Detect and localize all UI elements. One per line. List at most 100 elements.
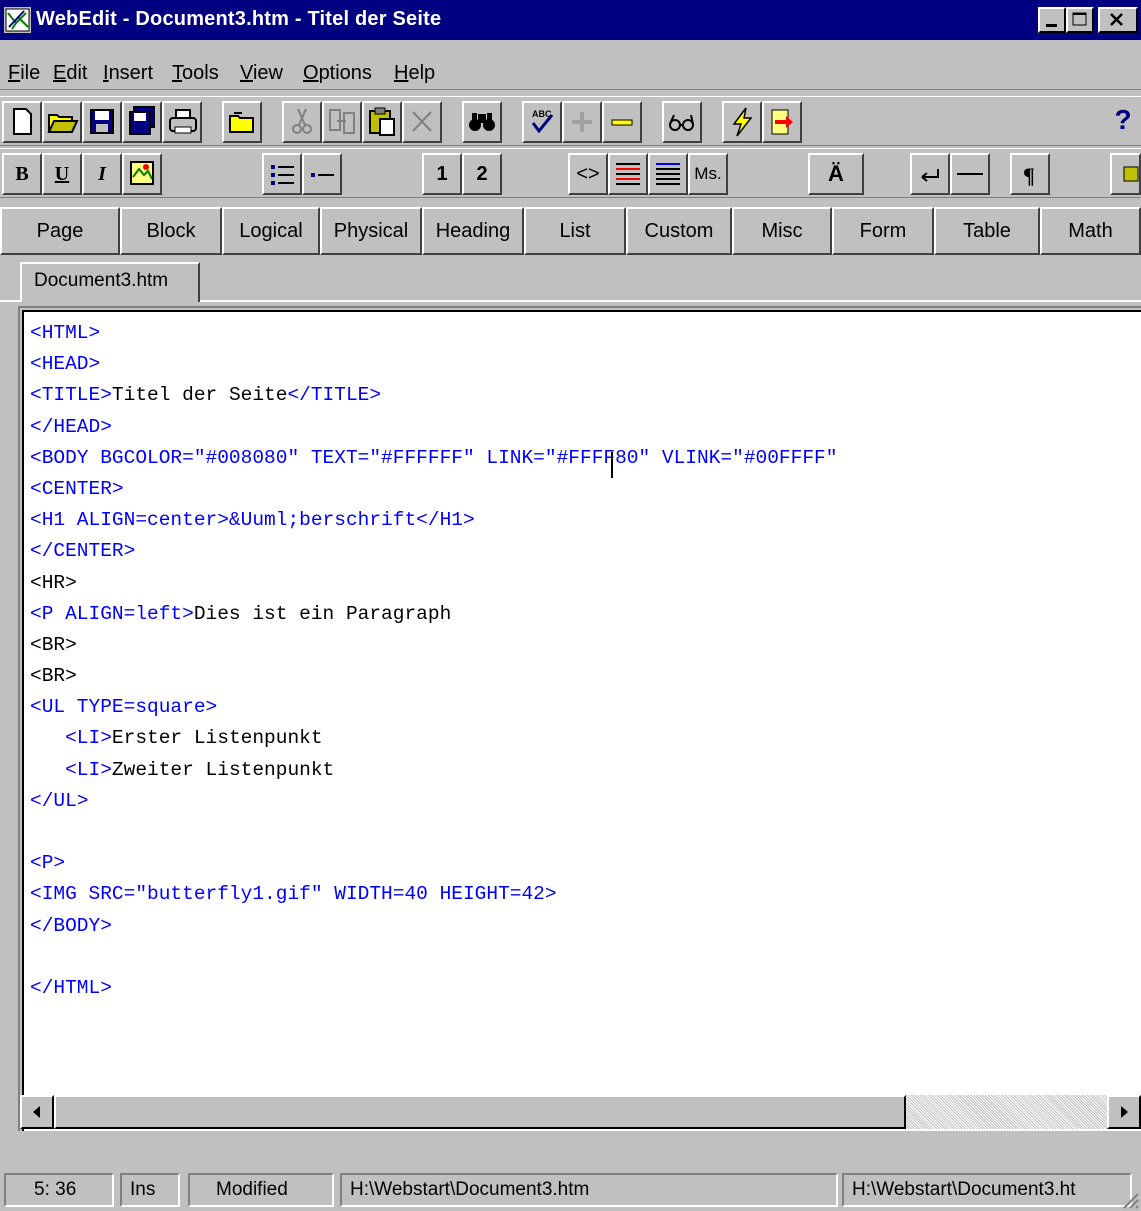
code-editor[interactable]: <HTML> <HEAD> <TITLE>Titel der Seite</TITL…	[22, 310, 1141, 1131]
italic-button[interactable]: I	[82, 153, 122, 195]
menu-insert[interactable]: Insert	[103, 62, 153, 85]
copy-button[interactable]	[322, 101, 362, 143]
status-modified: Modified	[188, 1173, 334, 1207]
save-all-button[interactable]	[122, 101, 162, 143]
code-line[interactable]: <IMG SRC="butterfly1.gif" WIDTH=40 HEIGH…	[30, 879, 837, 910]
new-file-button[interactable]	[2, 101, 42, 143]
code-line[interactable]: </HTML>	[30, 973, 837, 1004]
code-line[interactable]: <HR>	[30, 568, 837, 599]
menu-tools[interactable]: Tools	[172, 62, 219, 85]
find-button[interactable]	[462, 101, 502, 143]
tag-misc[interactable]: Misc	[732, 207, 832, 255]
floppy-disk-icon	[90, 109, 114, 134]
code-line[interactable]: <P ALIGN=left>Dies ist ein Paragraph	[30, 599, 837, 630]
window-title: WebEdit - Document3.htm - Titel der Seit…	[36, 8, 442, 30]
preview-button[interactable]	[662, 101, 702, 143]
tag-logical[interactable]: Logical	[222, 207, 320, 255]
open-file-button[interactable]	[42, 101, 82, 143]
code-line[interactable]: <P>	[30, 848, 837, 879]
menu-help[interactable]: Help	[394, 62, 435, 85]
tag-heading-label: Heading	[435, 220, 511, 242]
menu-view[interactable]: View	[240, 62, 283, 85]
resize-grip-icon[interactable]	[1120, 1190, 1140, 1210]
tag-custom[interactable]: Custom	[626, 207, 732, 255]
save-button[interactable]	[82, 101, 122, 143]
list-item-icon	[311, 173, 334, 177]
quick-action-button[interactable]	[722, 101, 762, 143]
code-content[interactable]: <HTML> <HEAD> <TITLE>Titel der Seite</TITL…	[30, 318, 837, 1004]
code-line[interactable]: <BODY BGCOLOR="#008080" TEXT="#FFFFFF" L…	[30, 443, 837, 474]
code-tag-token: <P>	[30, 852, 66, 875]
code-line[interactable]: <UL TYPE=square>	[30, 692, 837, 723]
code-line[interactable]: <BR>	[30, 661, 837, 692]
paste-button[interactable]	[362, 101, 402, 143]
code-line[interactable]: <H1 ALIGN=center>&Uuml;berschrift</H1>	[30, 505, 837, 536]
extra-format-button[interactable]	[1110, 153, 1141, 195]
help-button[interactable]: ?	[1108, 101, 1138, 143]
horizontal-rule-button[interactable]	[950, 153, 990, 195]
scroll-right-button[interactable]	[1107, 1095, 1141, 1129]
exit-button[interactable]	[762, 101, 802, 143]
menu-options[interactable]: Options	[303, 62, 372, 85]
align-button[interactable]	[648, 153, 688, 195]
return-arrow-icon	[921, 169, 939, 182]
code-line[interactable]: <HEAD>	[30, 349, 837, 380]
code-line[interactable]: </BODY>	[30, 911, 837, 942]
code-line[interactable]: </UL>	[30, 786, 837, 817]
tag-math[interactable]: Math	[1040, 207, 1141, 255]
menu-edit[interactable]: Edit	[53, 62, 87, 85]
print-button[interactable]	[162, 101, 202, 143]
tag-physical[interactable]: Physical	[320, 207, 422, 255]
code-line[interactable]: <LI>Zweiter Listenpunkt	[30, 755, 837, 786]
code-line[interactable]: <LI>Erster Listenpunkt	[30, 723, 837, 754]
tag-table[interactable]: Table	[934, 207, 1040, 255]
add-row-button[interactable]	[562, 101, 602, 143]
code-line[interactable]: </HEAD>	[30, 412, 837, 443]
ms-button[interactable]: Ms.	[688, 153, 728, 195]
code-line[interactable]: </CENTER>	[30, 536, 837, 567]
code-tag-token: </HEAD>	[30, 415, 112, 438]
scrollbar-thumb[interactable]	[54, 1095, 906, 1129]
tag-page[interactable]: Page	[0, 207, 120, 255]
code-line[interactable]: <CENTER>	[30, 474, 837, 505]
line-break-button[interactable]	[910, 153, 950, 195]
scroll-left-button[interactable]	[20, 1095, 54, 1129]
close-button[interactable]	[1098, 7, 1138, 33]
umlaut-button[interactable]: Ä	[808, 153, 864, 195]
text-color-button[interactable]	[608, 153, 648, 195]
code-line[interactable]: <HTML>	[30, 318, 837, 349]
cut-button[interactable]	[282, 101, 322, 143]
tag-logical-label: Logical	[239, 220, 303, 242]
heading1-button[interactable]: 1	[422, 153, 462, 195]
paragraph-button[interactable]: ¶	[1010, 153, 1050, 195]
bullet-list-button[interactable]	[262, 153, 302, 195]
code-tag-token: <P ALIGN=left>	[30, 602, 194, 625]
tag-heading[interactable]: Heading	[422, 207, 524, 255]
image-insert-button[interactable]	[122, 153, 162, 195]
minimize-button[interactable]	[1038, 7, 1066, 33]
italic-label: I	[98, 163, 106, 185]
bold-button[interactable]: B	[2, 153, 42, 195]
menu-file[interactable]: File	[8, 62, 40, 85]
maximize-button[interactable]	[1066, 7, 1094, 33]
code-line[interactable]	[30, 817, 837, 848]
delete-button[interactable]	[402, 101, 442, 143]
copy-icon	[329, 109, 355, 134]
remove-row-button[interactable]	[602, 101, 642, 143]
horizontal-scrollbar[interactable]	[20, 1095, 1141, 1129]
code-line[interactable]: <TITLE>Titel der Seite</TITLE>	[30, 380, 837, 411]
webedit-app-icon[interactable]	[4, 7, 31, 33]
open-folder-tree-button[interactable]	[222, 101, 262, 143]
tag-button[interactable]: <>	[568, 153, 608, 195]
code-line[interactable]: <BR>	[30, 630, 837, 661]
tag-form[interactable]: Form	[832, 207, 934, 255]
tag-list[interactable]: List	[524, 207, 626, 255]
spellcheck-button[interactable]: ABC	[522, 101, 562, 143]
list-item-button[interactable]	[302, 153, 342, 195]
code-line[interactable]	[30, 942, 837, 973]
underline-button[interactable]: U	[42, 153, 82, 195]
tab-document3[interactable]: Document3.htm	[20, 262, 200, 302]
heading2-button[interactable]: 2	[462, 153, 502, 195]
tag-block[interactable]: Block	[120, 207, 222, 255]
